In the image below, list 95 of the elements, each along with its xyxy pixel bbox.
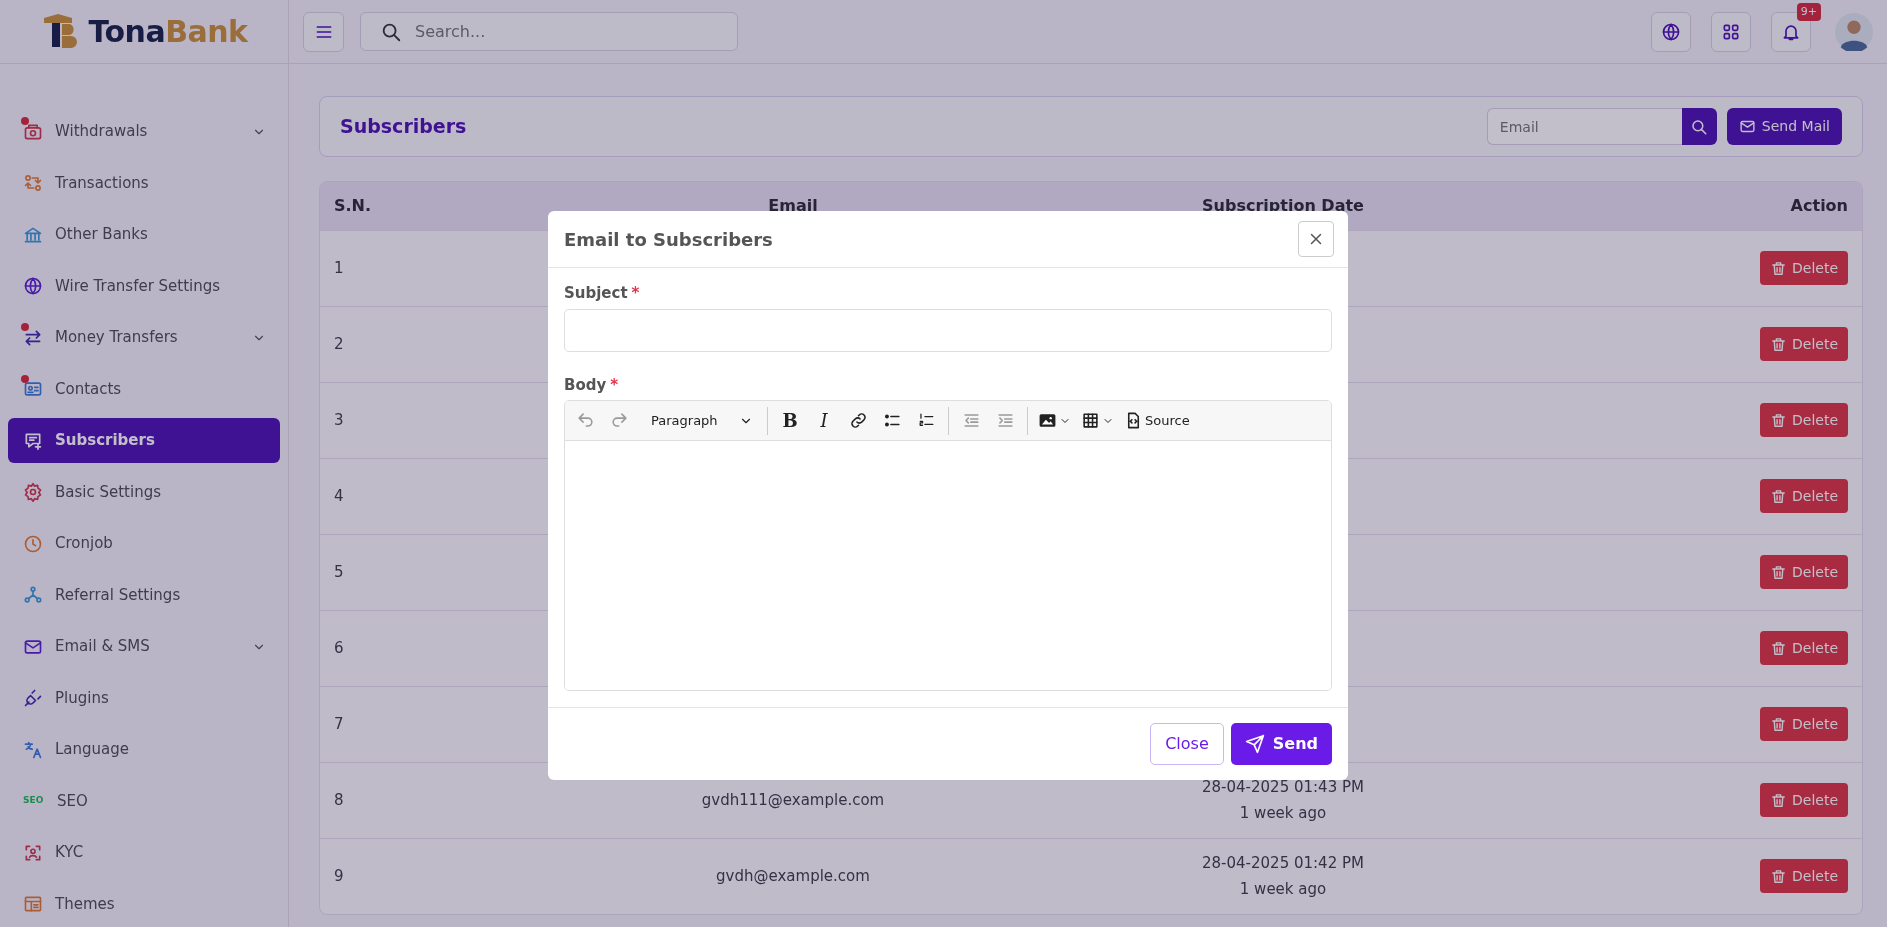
sidebar-item[interactable]: SEO SEO	[8, 778, 280, 824]
clock-icon	[23, 533, 43, 554]
sidebar-item[interactable]: Cronjob	[8, 521, 280, 566]
close-button[interactable]	[1298, 221, 1334, 257]
delete-button[interactable]: Delete	[1760, 859, 1848, 894]
undo-icon	[575, 411, 595, 430]
seo-icon: SEO	[23, 794, 45, 808]
relative-time: 1 week ago	[1238, 879, 1328, 901]
menu-button[interactable]	[303, 11, 344, 52]
relative-time: 1 week ago	[1238, 803, 1328, 824]
table-cell: 7	[320, 686, 520, 762]
table-cell: 4	[320, 458, 520, 534]
delete-button[interactable]: Delete	[1760, 479, 1848, 513]
apps-button[interactable]	[1711, 11, 1751, 52]
field-label: Subject	[564, 283, 628, 304]
sidebar-item[interactable]: Money Transfers	[8, 315, 280, 360]
date-text: 28-04-2025 01:43 PM	[1201, 776, 1365, 798]
sidebar-item[interactable]: Withdrawals	[8, 109, 280, 154]
table-cell: 6	[320, 610, 520, 686]
network-icon	[23, 585, 43, 605]
plug-icon	[23, 688, 43, 708]
search-button[interactable]	[1681, 108, 1717, 145]
sidebar-item[interactable]: KYC	[8, 830, 280, 875]
delete-button[interactable]: Delete	[1760, 783, 1848, 817]
column-header: Action	[1500, 182, 1862, 230]
envelope-icon	[1738, 118, 1756, 135]
redo-icon	[609, 411, 629, 430]
close-button[interactable]: Close	[1150, 723, 1224, 765]
table-cell: gvdh@example.com	[520, 838, 1066, 914]
contact-card-icon	[23, 379, 43, 399]
trash-icon	[1770, 715, 1787, 733]
page-title: Subscribers	[340, 114, 467, 140]
language-button[interactable]	[1651, 11, 1691, 52]
exchange-icon	[23, 173, 43, 193]
search-field[interactable]: Search...	[360, 12, 738, 51]
sidebar-item[interactable]: Plugins	[8, 675, 280, 721]
paragraph-dropdown[interactable]: Paragraph	[637, 404, 761, 437]
search-icon	[380, 21, 402, 43]
table-cell: 8	[320, 762, 520, 838]
globe-icon	[1661, 21, 1681, 42]
delete-button[interactable]: Delete	[1760, 555, 1848, 589]
link-icon	[848, 411, 868, 430]
image-icon	[1038, 411, 1057, 430]
trash-icon	[1770, 791, 1787, 809]
subject-field[interactable]	[564, 308, 1332, 352]
send-button[interactable]: Send	[1230, 723, 1332, 765]
delete-button[interactable]: Delete	[1760, 251, 1848, 285]
field-label: Body	[564, 374, 607, 396]
trash-icon	[1770, 639, 1787, 657]
email-field[interactable]: Email	[1486, 108, 1682, 145]
search-icon	[1690, 117, 1709, 136]
trash-icon	[1770, 411, 1787, 429]
italic-button[interactable]: I	[808, 404, 840, 437]
trash-icon	[1770, 563, 1787, 581]
required-mark: *	[631, 283, 640, 304]
sidebar-item[interactable]: Other Banks	[8, 212, 280, 257]
table-cell: 9	[320, 838, 520, 914]
sidebar-item[interactable]: Subscribers	[8, 418, 280, 463]
delete-button[interactable]: Delete	[1760, 403, 1848, 437]
layout-icon	[23, 894, 43, 914]
sidebar-item[interactable]: Transactions	[8, 160, 280, 206]
table-cell: 1	[320, 230, 520, 306]
delete-button[interactable]: Delete	[1760, 327, 1848, 361]
notification-badge: 9+	[1796, 2, 1821, 21]
trash-icon	[1770, 867, 1787, 885]
table-icon	[1081, 411, 1100, 430]
sidebar-item[interactable]: Contacts	[8, 366, 280, 412]
translate-icon	[23, 739, 43, 760]
sidebar-item[interactable]: Wire Transfer Settings	[8, 263, 280, 309]
trash-icon	[1770, 259, 1787, 277]
date-text: 28-04-2025 01:42 PM	[1201, 852, 1365, 874]
column-header: S.N.	[320, 182, 520, 230]
sidebar-item[interactable]: Basic Settings	[8, 469, 280, 515]
logo-text: TonaBank	[88, 13, 248, 51]
paper-plane-icon	[1244, 734, 1265, 754]
gear-icon	[23, 482, 43, 502]
sidebar-item[interactable]: Themes	[8, 881, 280, 927]
table-cell: 3	[320, 382, 520, 458]
delete-button[interactable]: Delete	[1760, 707, 1848, 741]
table-cell: 5	[320, 534, 520, 610]
trash-icon	[1770, 335, 1787, 353]
globe-icon	[23, 276, 43, 296]
trash-icon	[1770, 487, 1787, 505]
send-mail-button[interactable]: Send Mail	[1726, 108, 1842, 145]
sidebar-item[interactable]: Language	[8, 727, 280, 772]
delete-button[interactable]: Delete	[1760, 631, 1848, 665]
bold-button[interactable]: B	[774, 404, 806, 437]
modal-title: Email to Subscribers	[564, 227, 773, 252]
transfer-icon	[23, 327, 43, 348]
required-mark: *	[610, 374, 619, 396]
source-button[interactable]: Source	[1120, 404, 1194, 437]
table-cell: 2	[320, 306, 520, 382]
sidebar-item[interactable]: Referral Settings	[8, 572, 280, 618]
sidebar-item[interactable]: Email & SMS	[8, 624, 280, 669]
avatar[interactable]	[1835, 12, 1873, 51]
